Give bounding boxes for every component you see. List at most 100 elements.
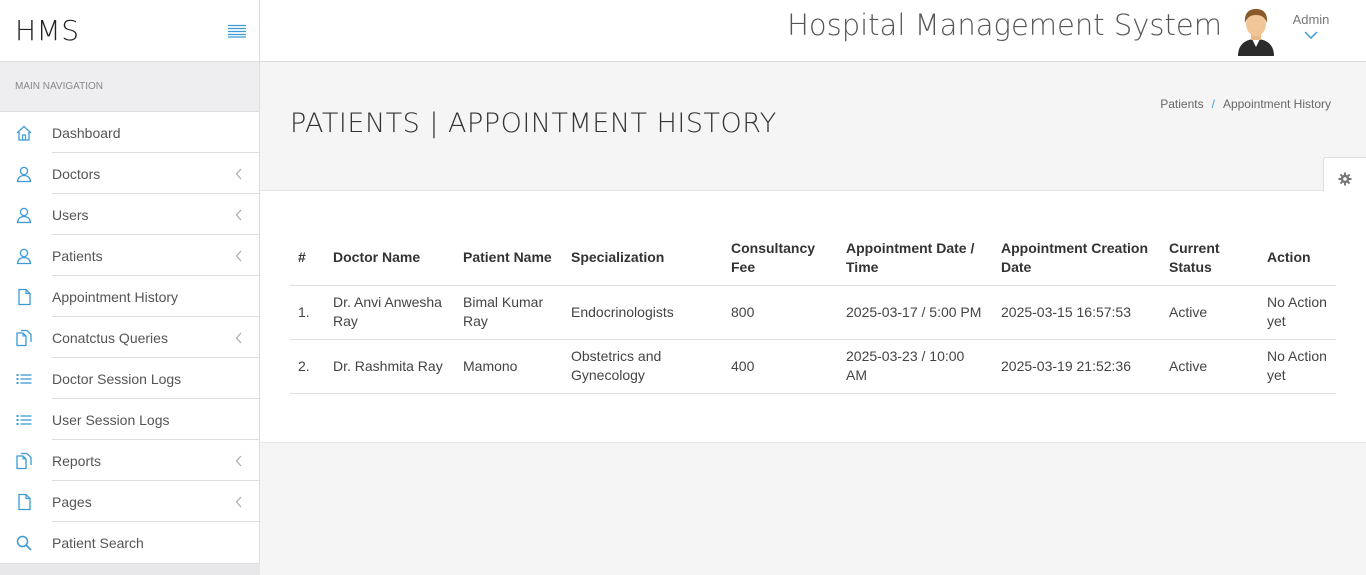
table-row: 2. Dr. Rashmita Ray Mamono Obstetrics an… bbox=[290, 339, 1336, 394]
col-header-index: # bbox=[290, 231, 325, 286]
cell-status: Active bbox=[1161, 285, 1259, 340]
top-bar: Hospital Management System Admin bbox=[260, 0, 1366, 62]
col-header-appointment-datetime: Appointment Date / Time bbox=[838, 231, 993, 286]
sidebar-item-label: Pages bbox=[52, 493, 92, 510]
chevron-left-icon bbox=[219, 250, 259, 262]
col-header-doctor: Doctor Name bbox=[325, 231, 455, 286]
sidebar-item-doctors[interactable]: Doctors bbox=[0, 153, 259, 194]
col-header-status: Current Status bbox=[1161, 231, 1259, 286]
sidebar-item-label: Patients bbox=[52, 247, 103, 264]
table-row: 1. Dr. Anvi Anwesha Ray Bimal Kumar Ray … bbox=[290, 285, 1336, 340]
files-icon bbox=[16, 329, 32, 346]
cell-appointment-datetime: 2025-03-23 / 10:00 AM bbox=[838, 339, 993, 394]
sidebar-item-label: Conatctus Queries bbox=[52, 329, 168, 346]
file-icon bbox=[18, 288, 31, 305]
search-icon bbox=[0, 534, 52, 552]
sidebar-item-label: Doctor Session Logs bbox=[52, 370, 182, 387]
user-name: Admin bbox=[1292, 12, 1330, 27]
col-header-patient: Patient Name bbox=[455, 231, 563, 286]
cell-patient: Bimal Kumar Ray bbox=[455, 285, 563, 340]
cell-doctor: Dr. Anvi Anwesha Ray bbox=[325, 285, 455, 340]
page-title: PATIENTS | APPOINTMENT HISTORY bbox=[290, 108, 777, 139]
breadcrumb-item-patients[interactable]: Patients bbox=[1160, 97, 1203, 111]
file-icon bbox=[0, 288, 52, 306]
cell-index: 2. bbox=[290, 339, 325, 394]
content-panel: # Doctor Name Patient Name Specializatio… bbox=[260, 191, 1366, 443]
cell-action: No Action yet bbox=[1259, 285, 1336, 340]
sidebar-item-label: Users bbox=[52, 206, 89, 223]
chevron-left-icon bbox=[219, 455, 259, 467]
col-header-action: Action bbox=[1259, 231, 1336, 286]
cell-specialization: Obstetrics and Gynecology bbox=[563, 339, 723, 394]
table-header-row: # Doctor Name Patient Name Specializatio… bbox=[290, 231, 1336, 286]
home-icon bbox=[0, 124, 52, 142]
cell-specialization: Endocrinologists bbox=[563, 285, 723, 340]
user-icon bbox=[16, 248, 32, 264]
sidebar-item-dashboard[interactable]: Dashboard bbox=[0, 112, 259, 153]
search-icon bbox=[16, 535, 32, 551]
file-icon bbox=[0, 493, 52, 511]
sidebar-item-label: Doctors bbox=[52, 165, 101, 182]
list-icon bbox=[0, 370, 52, 388]
chevron-down-icon bbox=[1304, 31, 1318, 39]
cell-fee: 400 bbox=[723, 339, 838, 394]
breadcrumb: Patients / Appointment History bbox=[1160, 97, 1331, 111]
sidebar-item-pages[interactable]: Pages bbox=[0, 481, 259, 522]
list-icon bbox=[16, 414, 32, 425]
sidebar-item-patients[interactable]: Patients bbox=[0, 235, 259, 276]
page-header: PATIENTS | APPOINTMENT HISTORY Patients … bbox=[260, 62, 1366, 191]
cell-creation-date: 2025-03-19 21:52:36 bbox=[993, 339, 1161, 394]
cell-action: No Action yet bbox=[1259, 339, 1336, 394]
user-icon bbox=[16, 207, 32, 223]
breadcrumb-separator: / bbox=[1211, 97, 1215, 111]
cell-appointment-datetime: 2025-03-17 / 5:00 PM bbox=[838, 285, 993, 340]
sidebar-item-appointment-history[interactable]: Appointment History bbox=[0, 276, 259, 317]
chevron-left-icon bbox=[219, 168, 259, 180]
cell-doctor: Dr. Rashmita Ray bbox=[325, 339, 455, 394]
user-avatar-icon[interactable] bbox=[1234, 6, 1278, 56]
cell-fee: 800 bbox=[723, 285, 838, 340]
files-icon bbox=[0, 329, 52, 347]
sidebar-item-user-session-logs[interactable]: User Session Logs bbox=[0, 399, 259, 440]
sidebar: HMS MAIN NAVIGATION Dashboard Doctors User… bbox=[0, 0, 260, 575]
file-icon bbox=[18, 493, 31, 510]
user-icon bbox=[16, 166, 32, 182]
appointment-history-table: # Doctor Name Patient Name Specializatio… bbox=[290, 231, 1336, 394]
hamburger-menu-icon[interactable] bbox=[227, 24, 247, 38]
nav-list: Dashboard Doctors Users Patients Appointment… bbox=[0, 112, 259, 563]
sidebar-item-label: Appointment History bbox=[52, 288, 179, 305]
user-icon bbox=[0, 206, 52, 224]
sidebar-item-users[interactable]: Users bbox=[0, 194, 259, 235]
app-title: Hospital Management System bbox=[787, 8, 1222, 42]
chevron-left-icon bbox=[219, 332, 259, 344]
sidebar-footer bbox=[0, 563, 260, 575]
breadcrumb-item-current: Appointment History bbox=[1222, 97, 1331, 111]
home-icon bbox=[16, 125, 32, 141]
sidebar-item-patient-search[interactable]: Patient Search bbox=[0, 522, 259, 563]
user-menu[interactable]: Admin bbox=[1281, 12, 1341, 39]
cell-creation-date: 2025-03-15 16:57:53 bbox=[993, 285, 1161, 340]
sidebar-item-conatctus-queries[interactable]: Conatctus Queries bbox=[0, 317, 259, 358]
sidebar-item-label: Patient Search bbox=[52, 534, 144, 551]
brand-logo[interactable]: HMS bbox=[15, 14, 80, 47]
files-icon bbox=[16, 452, 32, 469]
user-icon bbox=[0, 247, 52, 265]
files-icon bbox=[0, 452, 52, 470]
sidebar-item-doctor-session-logs[interactable]: Doctor Session Logs bbox=[0, 358, 259, 399]
sidebar-item-label: Reports bbox=[52, 452, 102, 469]
sidebar-item-label: User Session Logs bbox=[52, 411, 170, 428]
user-icon bbox=[0, 165, 52, 183]
brand-bar: HMS bbox=[0, 0, 259, 62]
cell-status: Active bbox=[1161, 339, 1259, 394]
col-header-fee: Consultancy Fee bbox=[723, 231, 838, 286]
nav-section-header: MAIN NAVIGATION bbox=[0, 62, 259, 112]
col-header-specialization: Specialization bbox=[563, 231, 723, 286]
col-header-creation-date: Appointment Creation Date bbox=[993, 231, 1161, 286]
list-icon bbox=[16, 373, 32, 384]
sidebar-item-label: Dashboard bbox=[52, 124, 121, 141]
chevron-left-icon bbox=[219, 209, 259, 221]
sidebar-item-reports[interactable]: Reports bbox=[0, 440, 259, 481]
chevron-left-icon bbox=[219, 496, 259, 508]
gear-icon bbox=[1338, 172, 1352, 185]
cell-index: 1. bbox=[290, 285, 325, 340]
